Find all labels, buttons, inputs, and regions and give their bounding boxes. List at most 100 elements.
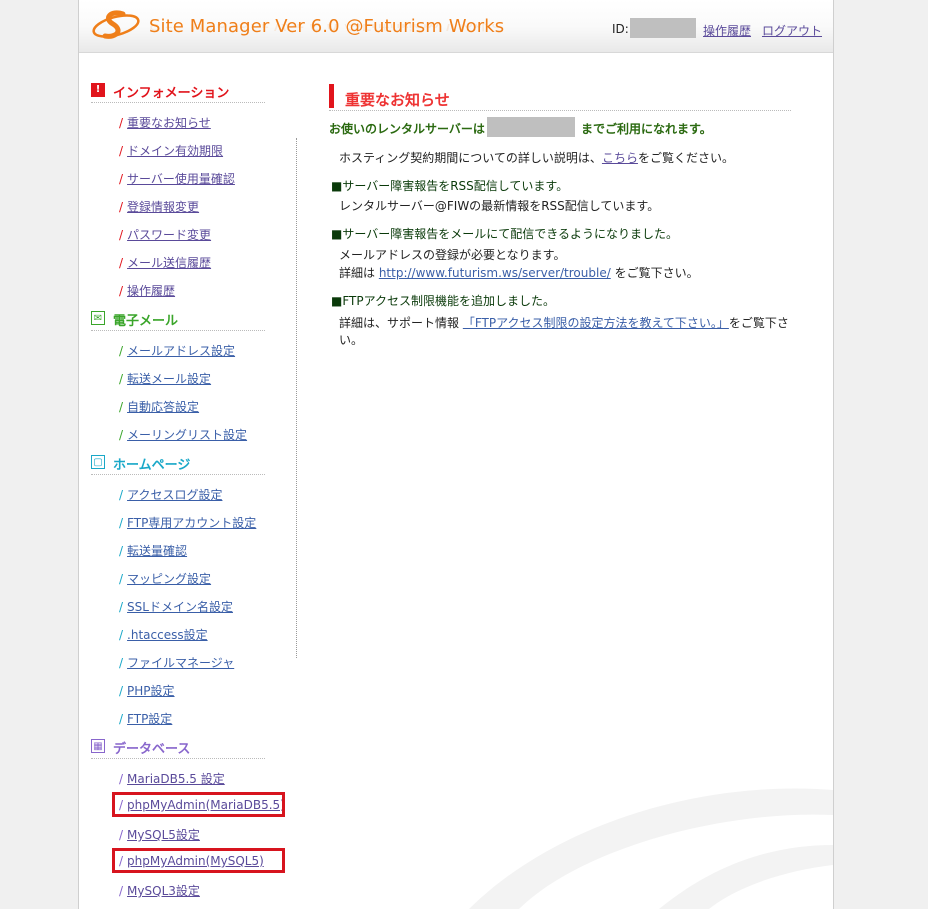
sidebar-item-link[interactable]: MariaDB5.5 設定 [127, 772, 225, 786]
database-grid-icon: ▦ [91, 739, 105, 753]
mail-details-text: 詳細は [339, 266, 379, 280]
rss-body: レンタルサーバー@FIWの最新情報をRSS配信しています。 [339, 199, 660, 213]
slash-icon: / [119, 572, 124, 586]
sidebar-item[interactable]: / サーバー使用量確認 [119, 170, 235, 187]
sidebar-item-link[interactable]: FTP設定 [127, 712, 172, 726]
highlight-box [112, 792, 285, 817]
sidebar-item-link[interactable]: アクセスログ設定 [127, 488, 222, 502]
sidebar-item-link[interactable]: 重要なお知らせ [127, 116, 211, 130]
notice-heading-bar [329, 84, 334, 108]
slash-icon: / [119, 516, 124, 530]
sidebar-item-link[interactable]: MySQL3設定 [127, 884, 200, 898]
sidebar-item[interactable]: / 重要なお知らせ [119, 114, 211, 131]
rental-prefix: お使いのレンタルサーバーは [329, 122, 485, 136]
ftp-details-wrap: い。 [339, 333, 364, 347]
slash-icon: / [119, 200, 124, 214]
sidebar-item-link[interactable]: マッピング設定 [127, 572, 211, 586]
mail-body: メールアドレスの登録が必要となります。 [339, 248, 566, 262]
sidebar-item[interactable]: / メーリングリスト設定 [119, 426, 247, 443]
sidebar-item[interactable]: / FTP設定 [119, 710, 172, 727]
sidebar-item-link[interactable]: サーバー使用量確認 [127, 172, 235, 186]
sidebar-item[interactable]: / 登録情報変更 [119, 198, 199, 215]
sidebar-section-title: インフォメーション [113, 86, 230, 101]
rss-heading: ■サーバー障害報告をRSS配信しています。 [331, 179, 569, 193]
sidebar-item-link[interactable]: ファイルマネージャ [127, 656, 234, 670]
sidebar-item[interactable]: / マッピング設定 [119, 570, 211, 587]
sidebar-item[interactable]: / MySQL3設定 [119, 882, 200, 899]
sidebar-item-link[interactable]: PHP設定 [127, 684, 175, 698]
sidebar-item[interactable]: / 自動応答設定 [119, 398, 199, 415]
slash-icon: / [119, 884, 124, 898]
hosting-info: ホスティング契約期間についての詳しい説明は、こちらをご覧ください。 [339, 149, 734, 166]
logout-link[interactable]: ログアウト [762, 22, 822, 39]
sidebar-item[interactable]: / 操作履歴 [119, 282, 175, 299]
notice-heading: 重要なお知らせ [329, 84, 791, 111]
sidebar-item[interactable]: / MariaDB5.5 設定 [119, 770, 225, 787]
sidebar-item-link[interactable]: メール送信履歴 [127, 256, 211, 270]
sidebar-item[interactable]: / 転送量確認 [119, 542, 187, 559]
sidebar-item[interactable]: / SSLドメイン名設定 [119, 598, 233, 615]
slash-icon: / [119, 284, 124, 298]
sidebar-item-link[interactable]: FTP専用アカウント設定 [127, 516, 256, 530]
sidebar-item[interactable]: / 転送メール設定 [119, 370, 211, 387]
sidebar-divider [296, 138, 297, 658]
sidebar-item-link[interactable]: ドメイン有効期限 [127, 144, 223, 158]
user-id-label: ID: [612, 22, 629, 36]
sidebar-item-link[interactable]: パスワード変更 [127, 228, 211, 242]
slash-icon: / [119, 656, 124, 670]
window-icon: ▢ [91, 455, 105, 469]
app-title-reflection: Site Manager Ver 6.0 @Futurism Works [149, 24, 501, 34]
sidebar-item-link[interactable]: 転送メール設定 [127, 372, 211, 386]
notice-heading-text: 重要なお知らせ [345, 91, 450, 109]
sidebar-item-link[interactable]: 操作履歴 [127, 284, 175, 298]
sidebar-section-1: ✉ 電子メール [91, 310, 265, 331]
sidebar-section-title: ホームページ [113, 458, 191, 473]
slash-icon: / [119, 116, 124, 130]
sidebar-item[interactable]: / ドメイン有効期限 [119, 142, 223, 159]
background-swoosh-decoration [469, 788, 833, 909]
slash-icon: / [119, 712, 124, 726]
sidebar-item-link[interactable]: .htaccess設定 [127, 628, 208, 642]
sidebar-item[interactable]: / アクセスログ設定 [119, 486, 222, 503]
sidebar-item[interactable]: / メールアドレス設定 [119, 342, 235, 359]
slash-icon: / [119, 828, 124, 842]
slash-icon: / [119, 400, 124, 414]
sidebar-item-link[interactable]: SSLドメイン名設定 [127, 600, 233, 614]
sidebar-item[interactable]: / FTP専用アカウント設定 [119, 514, 256, 531]
sidebar-section-title: データベース [113, 742, 191, 757]
sidebar: ! インフォメーション / 重要なお知らせ / ドメイン有効期限 / サーバー使用量確認 / 登録… [79, 52, 299, 909]
slash-icon: / [119, 172, 124, 186]
mail-details-end: をご覧下さい。 [610, 266, 699, 280]
slash-icon: / [119, 344, 124, 358]
hosting-details-link[interactable]: こちら [602, 151, 638, 165]
sidebar-section-2: ▢ ホームページ [91, 454, 265, 475]
sidebar-item[interactable]: / メール送信履歴 [119, 254, 211, 271]
sidebar-item-link[interactable]: MySQL5設定 [127, 828, 200, 842]
ftp-support-link[interactable]: 「FTPアクセス制限の設定方法を教えて下さい。」 [463, 316, 729, 330]
slash-icon: / [119, 628, 124, 642]
sidebar-item-link[interactable]: 自動応答設定 [127, 400, 199, 414]
sidebar-section-title: 電子メール [113, 314, 179, 329]
sidebar-item[interactable]: / PHP設定 [119, 682, 175, 699]
mail-heading: ■サーバー障害報告をメールにて配信できるようになりました。 [331, 227, 678, 241]
sidebar-item[interactable]: / MySQL5設定 [119, 826, 200, 843]
operation-history-link[interactable]: 操作履歴 [703, 22, 751, 39]
sidebar-item-link[interactable]: メールアドレス設定 [127, 344, 235, 358]
sidebar-item[interactable]: / .htaccess設定 [119, 626, 208, 643]
ftp-details-text: 詳細は、サポート情報 [339, 316, 463, 330]
user-id-value-redacted [630, 18, 696, 38]
sidebar-item-link[interactable]: 転送量確認 [127, 544, 187, 558]
sidebar-section-3: ▦ データベース [91, 738, 265, 759]
slash-icon: / [119, 144, 124, 158]
envelope-icon: ✉ [91, 311, 105, 325]
ftp-heading: ■FTPアクセス制限機能を追加しました。 [331, 294, 555, 308]
trouble-url-link[interactable]: http://www.futurism.ws/server/trouble/ [379, 266, 611, 280]
sidebar-item[interactable]: / パスワード変更 [119, 226, 211, 243]
slash-icon: / [119, 256, 124, 270]
mail-details: 詳細は http://www.futurism.ws/server/troubl… [339, 264, 699, 281]
ftp-details-end: をご覧下さ [728, 316, 789, 330]
page-frame: Site Manager Ver 6.0 @Futurism Works Sit… [78, 0, 834, 909]
sidebar-item-link[interactable]: 登録情報変更 [127, 200, 199, 214]
sidebar-item-link[interactable]: メーリングリスト設定 [127, 428, 247, 442]
sidebar-item[interactable]: / ファイルマネージャ [119, 654, 234, 671]
